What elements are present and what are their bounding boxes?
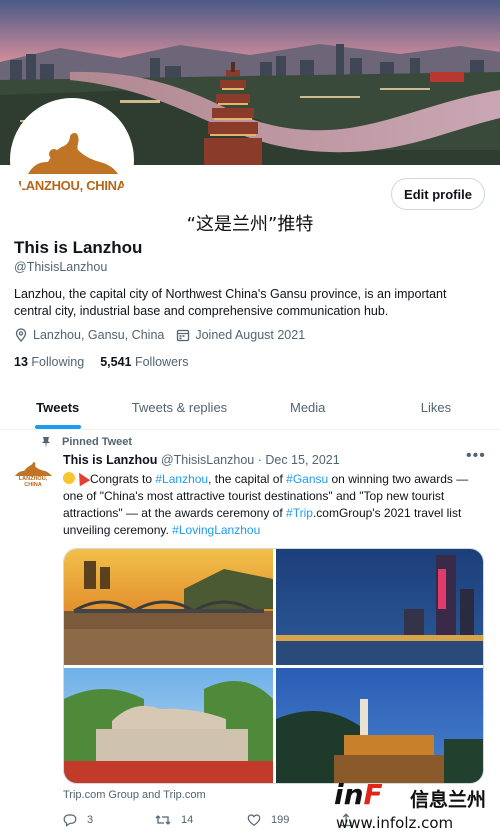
profile-avatar[interactable]: LANZHOU, CHINA xyxy=(10,98,134,222)
follow-stats: 13 Following 5,541 Followers xyxy=(14,355,188,369)
media-statue xyxy=(64,668,273,783)
profile-meta: Lanzhou, Gansu, China Joined August 2021 xyxy=(14,328,313,342)
profile-bio: Lanzhou, the capital city of Northwest C… xyxy=(14,287,447,318)
media-credit: Trip.com Group and Trip.com xyxy=(63,789,206,801)
media-pagoda-dusk xyxy=(276,668,483,783)
watermark-brand-cn: 信息兰州 xyxy=(410,789,487,811)
following-link[interactable]: 13 Following xyxy=(14,355,84,369)
tweet-avatar[interactable]: LANZHOU, CHINA xyxy=(12,460,54,488)
tweet-header: This is Lanzhou @ThisisLanzhou · Dec 15,… xyxy=(63,453,340,467)
more-icon[interactable]: ••• xyxy=(466,447,486,465)
watermark-url: www.infolz.com xyxy=(336,814,454,832)
tweet-media-grid[interactable] xyxy=(63,548,484,784)
tweet-date[interactable]: · Dec 15, 2021 xyxy=(258,453,340,467)
reply-count: 3 xyxy=(87,814,94,826)
media-night-city xyxy=(276,549,483,665)
profile-tabs: Tweets Tweets & replies Media Likes xyxy=(0,386,500,430)
retweet-icon xyxy=(155,813,171,827)
pinned-indicator: Pinned Tweet xyxy=(40,436,132,448)
hashtag-lovinglanzhou[interactable]: #LovingLanzhou xyxy=(172,523,260,537)
location-text: Lanzhou, Gansu, China xyxy=(33,328,165,342)
user-handle: @ThisisLanzhou xyxy=(14,260,108,274)
tab-media[interactable]: Media xyxy=(244,386,372,429)
pin-icon xyxy=(40,436,52,448)
tab-likes[interactable]: Likes xyxy=(372,386,500,429)
calendar-icon xyxy=(176,328,190,342)
reply-icon xyxy=(63,813,77,827)
edit-profile-button[interactable]: Edit profile xyxy=(391,178,485,210)
retweet-button[interactable]: 14 xyxy=(155,813,247,827)
pinned-label: Pinned Tweet xyxy=(62,436,133,448)
retweet-count: 14 xyxy=(181,814,194,826)
reply-button[interactable]: 3 xyxy=(63,813,155,827)
watermark-logo: inF xyxy=(334,778,383,811)
media-bridge-sunset xyxy=(64,549,273,665)
tab-tweets-replies[interactable]: Tweets & replies xyxy=(115,386,243,429)
tweet-text: Congrats to #Lanzhou, the capital of #Ga… xyxy=(63,469,483,539)
page-caption: “这是兰州”推特 xyxy=(186,214,314,235)
tab-tweets[interactable]: Tweets xyxy=(0,386,115,429)
site-watermark: inF 信息兰州 www.infolz.com xyxy=(334,776,494,836)
location-icon xyxy=(14,328,28,342)
smile-emoji-icon xyxy=(63,472,75,484)
hashtag-trip[interactable]: #Trip xyxy=(286,506,313,520)
tweet-author-name[interactable]: This is Lanzhou xyxy=(63,453,157,467)
like-count: 199 xyxy=(271,814,290,826)
like-icon xyxy=(247,813,261,827)
joined-date: Joined August 2021 xyxy=(195,328,306,342)
hashtag-gansu[interactable]: #Gansu xyxy=(286,472,328,486)
avatar-label: LANZHOU, CHINA xyxy=(18,178,126,193)
hashtag-lanzhou[interactable]: #Lanzhou xyxy=(155,472,208,486)
party-popper-icon xyxy=(73,469,91,487)
followers-link[interactable]: 5,541 Followers xyxy=(100,355,188,369)
tweet-author-handle[interactable]: @ThisisLanzhou xyxy=(161,453,254,467)
display-name: This is Lanzhou xyxy=(14,238,143,257)
like-button[interactable]: 199 xyxy=(247,813,339,827)
